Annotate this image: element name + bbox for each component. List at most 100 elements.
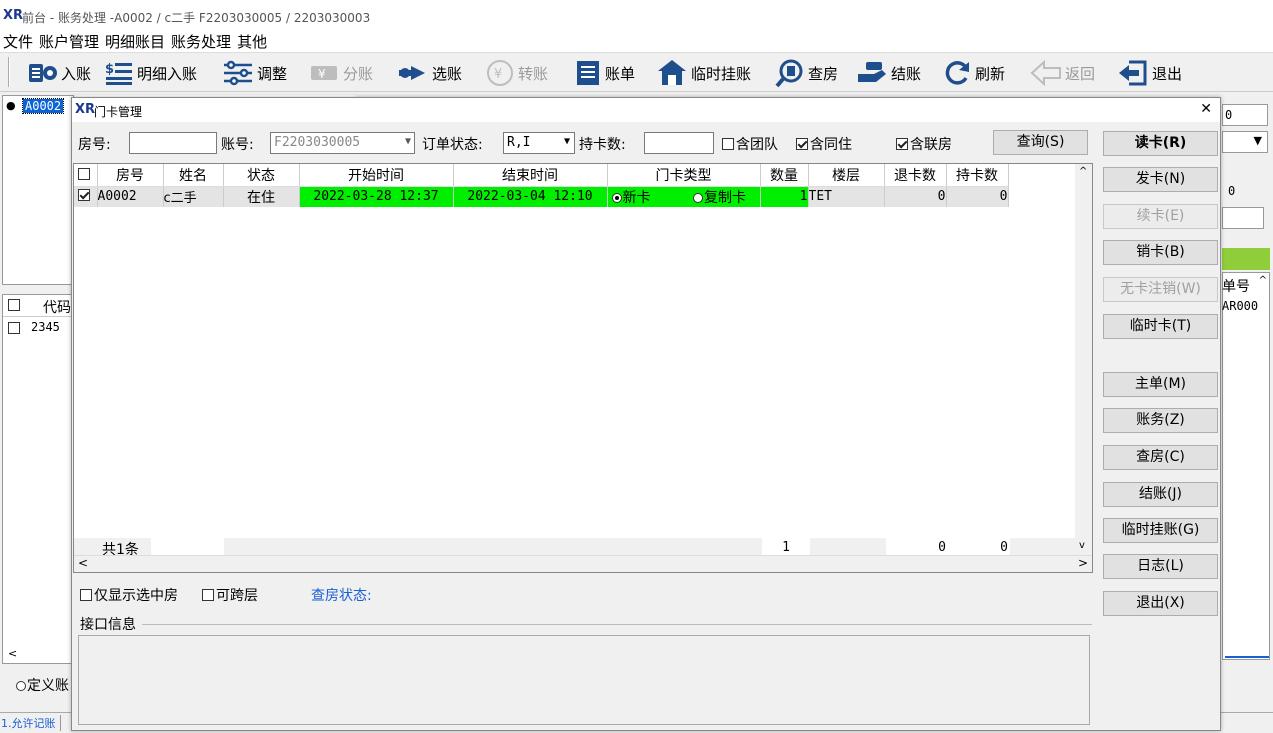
toolbar-temp-charge-label: 临时挂账	[691, 64, 752, 83]
background-list-row-checkbox[interactable]	[8, 322, 22, 337]
background-right-cell: AR000	[1222, 299, 1259, 313]
include-group-checkbox[interactable]: 含团队	[722, 134, 778, 154]
refresh-icon	[945, 61, 969, 85]
order-status-combo[interactable]: R,I ▼	[503, 132, 575, 154]
include-linked-checkbox[interactable]: 含联房	[896, 134, 952, 154]
cell-room: A0002	[97, 186, 164, 207]
column-header-start[interactable]: 开始时间	[299, 164, 454, 187]
dialog-logo-icon: XR	[75, 102, 96, 117]
background-right-header: 单号	[1222, 279, 1250, 295]
interface-info-box[interactable]	[78, 635, 1090, 725]
radio-new-card[interactable]: 新卡	[611, 190, 651, 206]
read-card-button[interactable]: 读卡(R)	[1103, 131, 1218, 156]
row-checkbox[interactable]	[74, 186, 98, 207]
account-combo-value: F2203030005	[274, 135, 361, 150]
close-icon[interactable]: ✕	[1200, 101, 1212, 117]
scroll-down-icon[interactable]: v	[1079, 540, 1085, 551]
only-selected-label: 仅显示选中房	[94, 588, 178, 604]
checkbox-icon	[80, 589, 92, 601]
column-header-end[interactable]: 结束时间	[453, 164, 608, 187]
menu-file[interactable]: 文件	[0, 30, 36, 53]
log-button[interactable]: 日志(L)	[1103, 554, 1218, 579]
horizontal-scrollbar[interactable]: < >	[74, 555, 1092, 572]
master-folio-button[interactable]: 主单(M)	[1103, 372, 1218, 397]
renew-card-button[interactable]: 续卡(E)	[1103, 204, 1218, 229]
toolbar-select-account-button[interactable]: 选账	[397, 59, 462, 87]
scroll-left-icon[interactable]: <	[78, 556, 88, 570]
adjust-icon	[224, 60, 252, 86]
account-label: 账号:	[221, 137, 254, 153]
toolbar-exit-button[interactable]: 退出	[1117, 59, 1182, 87]
toolbar-adjust-button[interactable]: 调整	[222, 59, 287, 87]
query-button[interactable]: 查询(S)	[993, 130, 1088, 155]
toolbar-bill-button[interactable]: 账单	[574, 59, 635, 87]
scroll-right-icon[interactable]: >	[1078, 556, 1088, 570]
scroll-left-icon[interactable]: <	[8, 647, 17, 660]
column-header-qty[interactable]: 数量	[760, 164, 809, 187]
column-header-card-type[interactable]: 门卡类型	[607, 164, 761, 187]
background-list-header-checkbox[interactable]	[8, 299, 22, 314]
background-radio-define[interactable]: 定义账	[16, 675, 69, 695]
column-header-name[interactable]: 姓名	[163, 164, 224, 187]
toolbar-transfer-button[interactable]: ¥ 转账	[485, 59, 548, 87]
column-header-returned[interactable]: 退卡数	[884, 164, 947, 187]
temp-card-button[interactable]: 临时卡(T)	[1103, 314, 1218, 339]
tree-item[interactable]: A0002	[21, 98, 65, 114]
scroll-up-icon[interactable]: ^	[1079, 166, 1087, 177]
radio-copy-card[interactable]: 复制卡	[692, 190, 746, 206]
cross-floor-checkbox[interactable]: 可跨层	[202, 585, 258, 605]
accounting-button[interactable]: 账务(Z)	[1103, 408, 1218, 433]
checkbox-checked-icon	[796, 138, 808, 150]
header-select-all[interactable]	[74, 164, 98, 187]
column-header-floor[interactable]: 楼层	[808, 164, 885, 187]
background-right-field[interactable]: 0	[1222, 104, 1268, 126]
toolbar-back-button[interactable]: 返回	[1030, 59, 1095, 87]
toolbar-transfer-label: 转账	[518, 64, 549, 83]
toolbar-refresh-button[interactable]: 刷新	[942, 59, 1005, 87]
cardless-cancel-button[interactable]: 无卡注销(W)	[1103, 277, 1218, 302]
card-count-input[interactable]	[644, 132, 714, 154]
interface-info-rule	[142, 624, 1092, 625]
exit-button[interactable]: 退出(X)	[1103, 591, 1218, 616]
room-check-button[interactable]: 查房(C)	[1103, 445, 1218, 470]
toolbar-room-check-button[interactable]: 查房	[775, 59, 838, 88]
chevron-down-icon: ▼	[563, 136, 570, 147]
toolbar-temp-charge-button[interactable]: 临时挂账	[656, 59, 751, 87]
toolbar-split-button[interactable]: ¥ 分账	[310, 59, 373, 87]
only-selected-checkbox[interactable]: 仅显示选中房	[80, 585, 178, 605]
order-status-label: 订单状态:	[422, 137, 483, 153]
checkout-button[interactable]: 结账(J)	[1103, 482, 1218, 507]
temp-charge-icon	[658, 60, 686, 85]
issue-card-button[interactable]: 发卡(N)	[1103, 167, 1218, 192]
toolbar-checkout-button[interactable]: 结账	[856, 59, 921, 87]
background-right-field2[interactable]	[1222, 207, 1264, 229]
app-logo-icon: XR	[3, 8, 24, 23]
column-header-holding[interactable]: 持卡数	[946, 164, 1009, 187]
window-title-bar: XR 前台 - 账务处理 -A0002 / c二手 F2203030005 / …	[0, 0, 1273, 30]
temp-charge-button[interactable]: 临时挂账(G)	[1103, 518, 1218, 543]
background-right-underline	[1225, 656, 1269, 658]
cancel-card-button[interactable]: 销卡(B)	[1103, 240, 1218, 265]
toolbar-entry-button[interactable]: 入账	[28, 59, 91, 87]
menu-billing[interactable]: 账务处理	[168, 30, 234, 53]
toolbar-detail-entry-button[interactable]: $ 明细入账	[104, 59, 197, 87]
column-header-room[interactable]: 房号	[97, 164, 164, 187]
table-row[interactable]: A0002 c二手 在住 2022-03-28 12:37 2022-03-04…	[74, 186, 1009, 207]
room-check-icon	[775, 59, 803, 88]
background-right-value1: 0	[1228, 184, 1236, 198]
room-input[interactable]	[129, 132, 217, 154]
vertical-scrollbar[interactable]: ^ v	[1075, 164, 1092, 556]
include-linked-label: 含联房	[910, 137, 952, 153]
background-right-dropdown[interactable]: ▼	[1222, 131, 1268, 153]
menu-other[interactable]: 其他	[234, 30, 270, 53]
menu-detail[interactable]: 明细账目	[102, 30, 168, 53]
column-header-status[interactable]: 状态	[223, 164, 300, 187]
cell-end-time: 2022-03-04 12:10	[453, 186, 608, 207]
menu-account-mgmt[interactable]: 账户管理	[36, 30, 102, 53]
scroll-up-icon[interactable]: ^	[1259, 275, 1267, 286]
include-cohabit-checkbox[interactable]: 含同住	[796, 134, 852, 154]
include-group-label: 含团队	[736, 137, 778, 153]
background-list-header: 代码	[3, 295, 73, 317]
dialog-title: 门卡管理	[94, 105, 143, 119]
account-combo[interactable]: F2203030005 ▼	[270, 132, 415, 154]
